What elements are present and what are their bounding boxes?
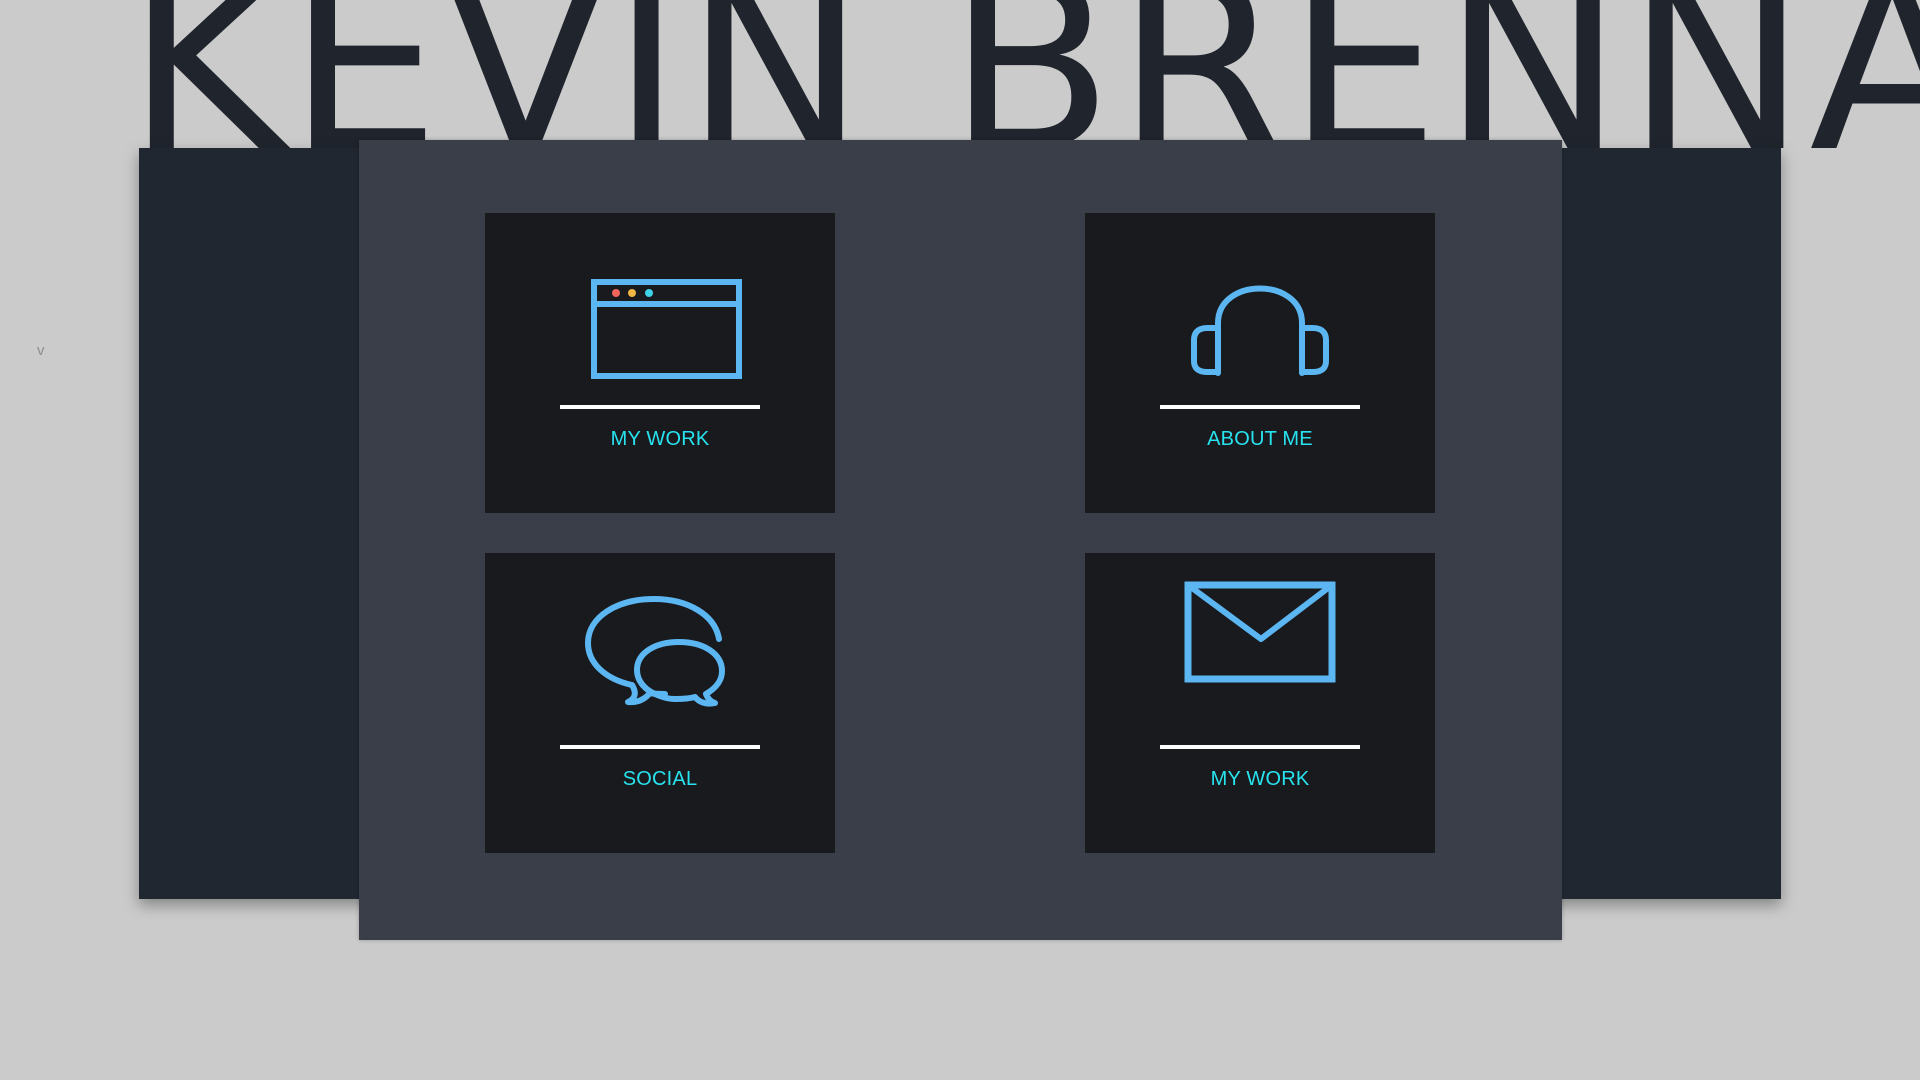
window-dot-yellow bbox=[628, 289, 636, 297]
tile-label: SOCIAL bbox=[622, 768, 698, 790]
tile-divider bbox=[1160, 745, 1360, 749]
window-dot-red bbox=[612, 289, 620, 297]
tile-label: MY WORK bbox=[1210, 768, 1310, 790]
about-me-tile[interactable]: ABOUT ME bbox=[1085, 213, 1435, 513]
tile-divider bbox=[560, 405, 760, 409]
social-tile[interactable]: SOCIAL bbox=[485, 553, 835, 853]
headphones-icon bbox=[1191, 285, 1329, 376]
my-work-tile[interactable]: MY WORK bbox=[485, 213, 835, 513]
contact-tile[interactable]: MY WORK bbox=[1085, 553, 1435, 853]
tile-label: ABOUT ME bbox=[1207, 428, 1313, 450]
envelope-icon bbox=[1184, 581, 1336, 683]
page: KEVIN BRENNAN v MY WORK ABOUT ME bbox=[0, 0, 1920, 1080]
tile-divider bbox=[1160, 405, 1360, 409]
window-dot-cyan bbox=[645, 289, 653, 297]
tile-label: MY WORK bbox=[610, 428, 710, 450]
chat-bubbles-icon bbox=[584, 595, 725, 707]
browser-window-icon bbox=[591, 279, 742, 379]
tile-divider bbox=[560, 745, 760, 749]
side-toggle[interactable]: v bbox=[37, 343, 45, 358]
